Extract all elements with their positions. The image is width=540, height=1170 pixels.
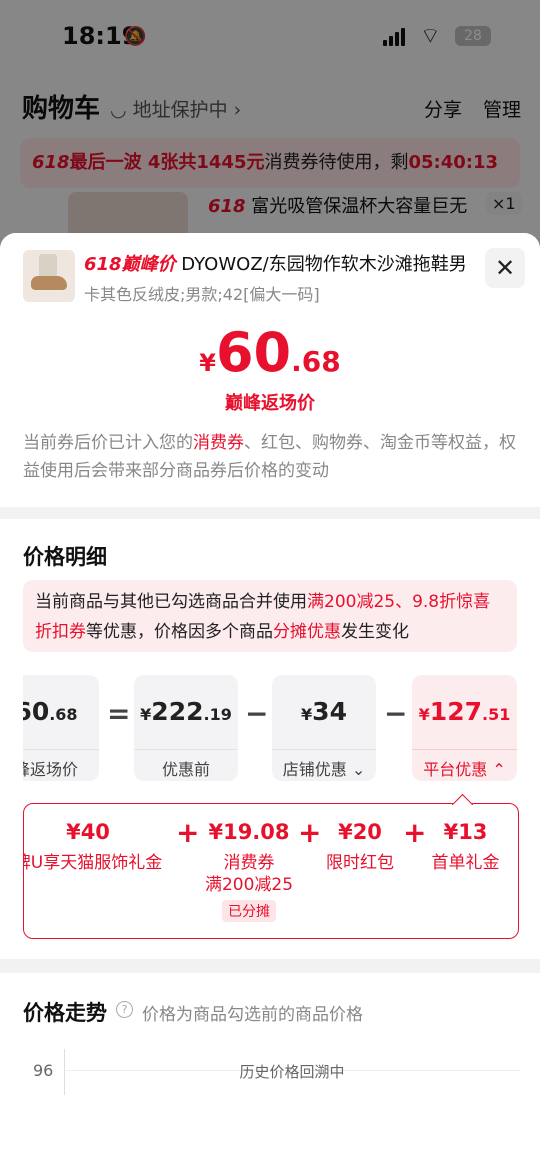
final-price: ¥60.68: [0, 321, 540, 384]
price-note: 当前券后价已计入您的消费券、红包、购物券、淘金币等权益，权益使用后会带来部分商品…: [23, 429, 517, 485]
value-int: 127: [429, 697, 482, 726]
equals-sign: =: [107, 697, 131, 730]
info-c: 等优惠，价格因多个商品: [86, 622, 273, 642]
value-int: 60: [23, 697, 50, 726]
platform-item-label: 消费券 满200减25: [199, 852, 299, 896]
info-e: 发生变化: [341, 622, 409, 642]
platform-discount-breakdown: ¥40 牌U享天猫服饰礼金 + ¥19.08 消费券 满200减25 已分摊 + …: [23, 803, 519, 939]
label-line-2: 满200减25: [204, 875, 294, 895]
value-cur: ¥: [418, 705, 430, 724]
value-dec: .68: [49, 705, 78, 724]
section-title-price-detail: 价格明细: [23, 545, 107, 569]
product-name: 618巅峰价 DYOWOZ/东园物作软木沙滩拖鞋男: [84, 250, 474, 276]
value-cur: ¥: [140, 705, 152, 724]
close-button[interactable]: ✕: [485, 248, 525, 288]
product-name-text: DYOWOZ/东园物作软木沙滩拖鞋男: [175, 254, 467, 275]
value-cur: ¥: [301, 705, 313, 724]
platform-item-label: 限时红包: [326, 853, 394, 873]
minus-sign: −: [384, 697, 408, 730]
close-icon: ✕: [494, 254, 516, 282]
discount-info-box: 当前商品与其他已勾选商品合并使用满200减25、9.8折惊喜折扣券等优惠，价格因…: [23, 580, 517, 652]
platform-item-value: ¥40: [66, 820, 110, 844]
formula-value: ¥34: [272, 697, 376, 726]
note-part-a: 当前券后价已计入您的: [23, 433, 193, 453]
price-trend-section: 价格走势 ? 价格为商品勾选前的商品价格 96 历史价格回溯中: [0, 973, 540, 1170]
formula-label: 优惠前: [134, 749, 238, 780]
plus-sign: +: [403, 816, 427, 849]
product-spec: 卡其色反绒皮;男款;42[偏大一码]: [84, 285, 320, 304]
section-title-price-trend: 价格走势: [23, 1001, 107, 1025]
formula-label: 平台优惠 ⌃: [412, 749, 517, 780]
formula-label: 店铺优惠 ⌄: [272, 749, 376, 780]
note-consumer-coupon: 消费券: [193, 433, 244, 453]
help-icon[interactable]: ?: [116, 1001, 133, 1018]
platform-item-value: ¥19.08: [208, 820, 290, 844]
formula-card-shop-discount[interactable]: ¥34 店铺优惠 ⌄: [272, 675, 376, 781]
price-detail-sheet: 618巅峰价 DYOWOZ/东园物作软木沙滩拖鞋男 卡其色反绒皮;男款;42[偏…: [0, 233, 540, 1170]
price-decimal: .68: [291, 345, 341, 378]
shared-chip: 已分摊: [222, 900, 276, 922]
peak-price-tag: 618巅峰价: [84, 254, 176, 275]
formula-value: ¥222.19: [134, 697, 238, 726]
formula-card-original: ¥222.19 优惠前: [134, 675, 238, 781]
plus-sign: +: [298, 816, 322, 849]
thumb-leg: [39, 254, 57, 278]
platform-item-label: 牌U享天猫服饰礼金: [23, 853, 163, 873]
info-a: 当前商品与其他已勾选商品合并使用: [35, 592, 307, 612]
value-dec: .19: [203, 705, 232, 724]
price-label: 巅峰返场价: [225, 393, 315, 414]
formula-card-platform-discount[interactable]: ¥127.51 平台优惠 ⌃: [412, 675, 517, 781]
price-history-loading: 历史价格回溯中: [239, 1063, 345, 1081]
formula-value: ¥127.51: [412, 697, 517, 726]
label-line-1: 消费券: [223, 853, 275, 873]
platform-item-value: ¥20: [338, 820, 382, 844]
formula-card-final: 60.68 峰返场价: [23, 675, 99, 781]
price-trend-hint: 价格为商品勾选前的商品价格: [142, 1005, 363, 1025]
platform-item-value: ¥13: [443, 820, 488, 844]
price-currency: ¥: [199, 349, 216, 377]
info-shared-discount: 分摊优惠: [273, 622, 341, 642]
price-formula: 60.68 峰返场价 = ¥222.19 优惠前 − ¥34 店铺优惠 ⌄ − …: [23, 675, 517, 781]
value-dec: .51: [481, 705, 511, 724]
plus-sign: +: [176, 816, 200, 849]
thumb-shoe: [31, 276, 67, 290]
value-int: 222: [151, 697, 204, 726]
product-thumbnail: [23, 250, 75, 302]
value-int: 34: [312, 697, 347, 726]
price-detail-section: 价格明细 当前商品与其他已勾选商品合并使用满200减25、9.8折惊喜折扣券等优…: [0, 519, 540, 959]
sheet-header-section: 618巅峰价 DYOWOZ/东园物作软木沙滩拖鞋男 卡其色反绒皮;男款;42[偏…: [0, 233, 540, 507]
price-integer: 60: [215, 321, 292, 384]
platform-item-label: 首单礼金: [431, 853, 500, 873]
formula-label: 峰返场价: [23, 749, 99, 780]
formula-value: 60.68: [23, 697, 99, 726]
minus-sign: −: [245, 697, 269, 730]
